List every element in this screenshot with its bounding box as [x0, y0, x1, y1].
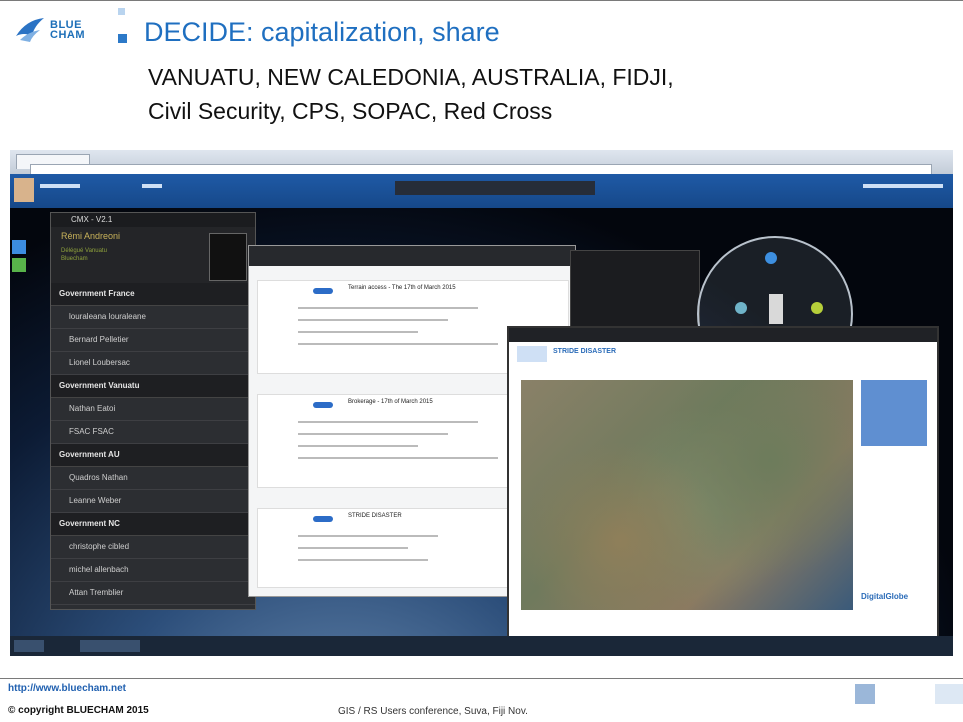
map-window: STRIDE DISASTER DigitalGlobe [507, 326, 939, 642]
slide-subtitle-line1: VANUATU, NEW CALEDONIA, AUSTRALIA, FIDJI… [148, 64, 674, 90]
event-detail-line [298, 331, 418, 333]
map-window-titlebar [509, 328, 937, 342]
member-item[interactable]: Leanne Weber [51, 490, 255, 513]
member-item[interactable]: FSAC FSAC [51, 421, 255, 444]
toolbar-controls[interactable] [395, 181, 595, 195]
event-detail-line [298, 535, 438, 537]
event-detail-line [298, 547, 408, 549]
member-item[interactable]: Attan Tremblier [51, 582, 255, 605]
browser-chrome [10, 150, 953, 175]
event-badge [313, 516, 333, 522]
contacts-panel: CMX - V2.1 Rémi Andreoni Délégué Vanuatu… [50, 212, 256, 610]
start-button[interactable] [14, 640, 44, 652]
event-detail-line [298, 559, 428, 561]
satellite-map[interactable] [521, 380, 853, 610]
map-brand: DigitalGlobe [861, 592, 909, 601]
layers-icon[interactable] [12, 240, 26, 254]
logo-text-cham: CHAM [50, 29, 85, 41]
top-border [0, 0, 963, 1]
member-item[interactable]: Quadros Nathan [51, 467, 255, 490]
footer-divider [0, 678, 963, 679]
taskbar-item[interactable] [80, 640, 140, 652]
member-item[interactable]: christophe cibled [51, 536, 255, 559]
user-info-text [40, 184, 80, 188]
member-item[interactable]: Lionel Loubersac [51, 352, 255, 375]
event-detail-line [298, 307, 478, 309]
member-item[interactable]: louraleana louraleane [51, 306, 255, 329]
globe-east-icon[interactable] [811, 302, 823, 314]
footer-url[interactable]: http://www.bluecham.net [8, 683, 126, 694]
member-item[interactable]: michel allenbach [51, 559, 255, 582]
bluecham-logo: BLUE CHAM [14, 14, 114, 58]
group-header[interactable]: Government AU [51, 444, 255, 467]
footer-decor-square [855, 684, 875, 704]
events-window-titlebar [249, 246, 575, 266]
event-detail-line [298, 343, 498, 345]
zoom-slider-icon[interactable] [769, 294, 783, 324]
globe-tool-icon[interactable] [12, 258, 26, 272]
panel-header: CMX - V2.1 [51, 213, 255, 227]
bird-logo-icon [16, 18, 44, 42]
event-detail-line [298, 319, 448, 321]
event-badge [313, 402, 333, 408]
footer-decor-square [935, 684, 963, 704]
title-bullet-square [118, 34, 127, 43]
title-decor-square-small [118, 8, 125, 15]
group-header[interactable]: Government France [51, 283, 255, 306]
os-taskbar [10, 636, 953, 656]
profile-photo [209, 233, 247, 281]
event-badge [313, 288, 333, 294]
event-title: Terrain access - The 17th of March 2015 [348, 285, 456, 291]
profile-name: Rémi Andreoni [61, 231, 121, 241]
event-title: STRIDE DISASTER [348, 513, 402, 519]
slide-title: DECIDE: capitalization, share [144, 17, 500, 47]
user-avatar[interactable] [14, 178, 34, 202]
group-header[interactable]: Government Vanuatu [51, 375, 255, 398]
event-detail-line [298, 457, 498, 459]
app-menu-text[interactable] [142, 184, 162, 188]
account-text[interactable] [863, 184, 943, 188]
globe-west-icon[interactable] [735, 302, 747, 314]
footer-copyright: © copyright BLUECHAM 2015 [8, 705, 149, 716]
member-item[interactable]: Nathan Eatoi [51, 398, 255, 421]
map-logo-icon [517, 346, 547, 362]
map-overview-thumbnail[interactable] [861, 380, 927, 446]
profile-role: Délégué Vanuatu Bluecham [61, 248, 107, 262]
event-detail-line [298, 445, 418, 447]
app-screenshot: CMX - V2.1 Rémi Andreoni Délégué Vanuatu… [10, 150, 953, 656]
member-item[interactable]: Bernard Pelletier [51, 329, 255, 352]
slide-subtitle-line2: Civil Security, CPS, SOPAC, Red Cross [148, 98, 553, 124]
map-window-title: STRIDE DISASTER [553, 348, 617, 355]
event-detail-line [298, 433, 448, 435]
event-detail-line [298, 421, 478, 423]
event-title: Brokerage - 17th of March 2015 [348, 399, 433, 405]
footer-event: GIS / RS Users conference, Suva, Fiji No… [338, 706, 528, 717]
logo-wordmark: BLUE CHAM [50, 20, 85, 41]
globe-north-icon[interactable] [765, 252, 777, 264]
user-profile: Rémi Andreoni Délégué Vanuatu Bluecham [51, 227, 255, 283]
group-header[interactable]: Government NC [51, 513, 255, 536]
